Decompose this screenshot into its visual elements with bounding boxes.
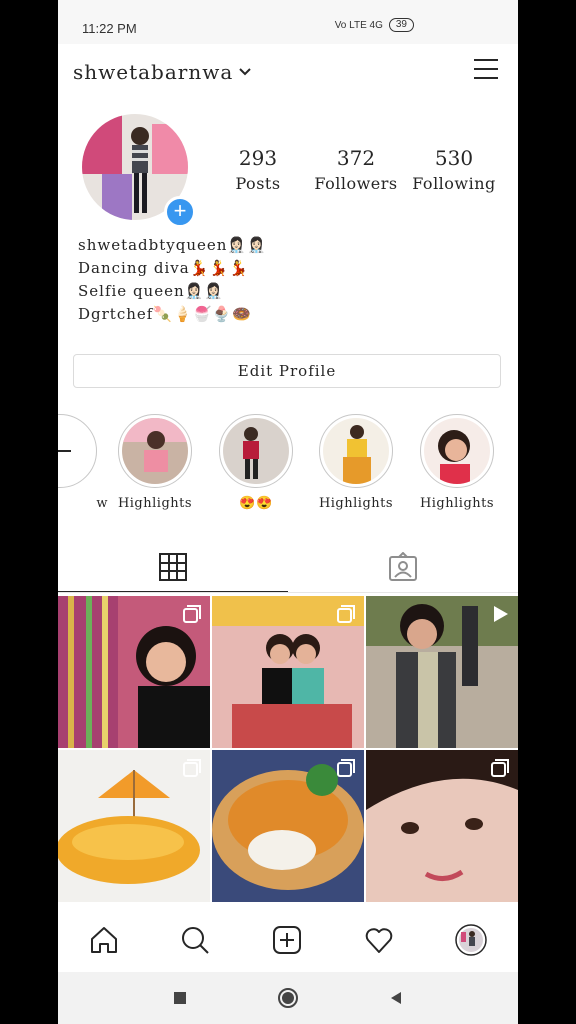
highlight-label: Highlights [419,496,495,511]
highlight-item[interactable]: Highlights [306,414,406,511]
stat-following-label: Following [412,174,496,193]
multi-select-icon [183,759,201,777]
stat-followers-count: 372 [336,146,376,170]
post-grid [58,596,518,902]
status-time: 11:22 PM [82,21,137,36]
username-title: shwetabarnwa [73,60,234,84]
highlight-new[interactable]: w [58,414,110,511]
highlight-item[interactable]: 😍😍 [206,414,306,511]
highlight-item[interactable]: Highlights [407,414,507,511]
username-switcher[interactable]: shwetabarnwa [73,60,251,84]
post-thumbnail[interactable] [212,750,364,902]
highlight-ring [118,414,192,488]
post-thumbnail[interactable] [366,596,518,748]
tagged-user-icon [389,552,417,581]
new-post-icon[interactable] [272,925,302,955]
multi-select-icon [337,605,355,623]
network-indicator: Vo LTE 4G [334,19,383,31]
profile-avatar-icon[interactable] [455,924,487,956]
profile-bio: shwetadbtyqueen👩🏻‍⚕️👩🏻‍⚕️ Dancing diva💃💃… [78,234,267,326]
highlight-label: Highlights [117,496,193,511]
add-story-plus-icon[interactable]: + [164,196,196,228]
stat-following[interactable]: 530 Following [406,146,502,193]
post-thumbnail[interactable] [58,596,210,748]
post-thumbnail[interactable] [58,750,210,902]
profile-avatar[interactable]: + [82,114,196,228]
bio-line: Dgrtchef🍡🍦🍧🍨🍩 [78,305,252,323]
activity-heart-icon[interactable] [364,925,394,955]
multi-select-icon [491,759,509,777]
home-icon[interactable] [89,925,119,955]
post-thumbnail[interactable] [366,750,518,902]
search-icon[interactable] [180,925,210,955]
stat-posts-label: Posts [235,174,281,193]
highlight-ring [58,414,97,488]
highlight-label: w [96,496,108,511]
highlight-ring [420,414,494,488]
bottom-nav [58,910,518,970]
status-icons: Vo LTE 4G 39 [335,18,414,32]
chevron-down-icon [239,68,251,76]
bio-line: Selfie queen👩🏻‍⚕️👩🏻‍⚕️ [78,282,224,300]
highlight-label: 😍😍 [239,496,273,511]
status-bar: 11:22 PM Vo LTE 4G 39 [58,0,518,44]
stat-followers[interactable]: 372 Followers [308,146,404,193]
back-triangle-icon[interactable] [388,990,404,1006]
highlight-ring [319,414,393,488]
stat-posts[interactable]: 293 Posts [210,146,306,193]
app-screen: 11:22 PM Vo LTE 4G 39 shwetabarnwa + 293… [58,0,518,1024]
edit-profile-button[interactable]: Edit Profile [73,354,501,388]
home-circle-icon[interactable] [277,987,299,1009]
reel-play-icon [494,606,508,622]
stat-following-count: 530 [434,146,474,170]
tab-tagged[interactable] [288,542,518,592]
bio-line: shwetadbtyqueen👩🏻‍⚕️👩🏻‍⚕️ [78,236,267,254]
system-nav-bar [58,972,518,1024]
stat-posts-count: 293 [238,146,278,170]
tab-grid[interactable] [58,542,288,592]
multi-select-icon [183,605,201,623]
hamburger-menu-icon[interactable] [472,56,500,82]
highlight-ring [219,414,293,488]
multi-select-icon [337,759,355,777]
post-thumbnail[interactable] [212,596,364,748]
highlight-item[interactable]: Highlights [105,414,205,511]
highlight-label: Highlights [318,496,394,511]
bio-line: Dancing diva💃💃💃 [78,259,249,277]
recents-square-icon[interactable] [172,990,188,1006]
battery-indicator: 39 [388,18,414,32]
stat-followers-label: Followers [314,174,398,193]
profile-tabs [58,542,518,593]
grid-icon [159,552,187,581]
